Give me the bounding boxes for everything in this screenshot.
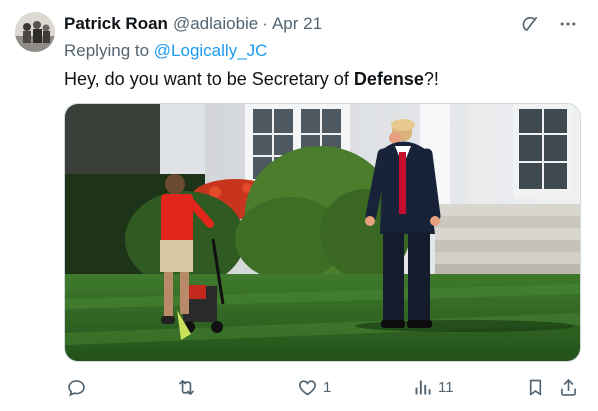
heart-icon <box>299 379 316 395</box>
replying-to: Replying to @Logically_JC <box>64 41 267 61</box>
replying-to-label: Replying to <box>64 41 154 60</box>
separator-dot: · <box>262 14 268 33</box>
bookmark-icon <box>529 379 542 395</box>
tweet-action-bar: 1 11 <box>64 373 582 401</box>
user-handle[interactable]: @adlaiobie <box>173 14 258 34</box>
like-button[interactable]: 1 <box>297 373 331 401</box>
tweet-text-end: ?! <box>423 69 439 89</box>
avatar[interactable] <box>15 12 55 52</box>
reply-icon <box>68 379 85 396</box>
more-icon[interactable] <box>556 12 580 36</box>
views-bar-chart-icon <box>415 380 431 394</box>
reply-button[interactable] <box>66 373 92 401</box>
tweet-text-part: Hey, do you want to be Secretary of <box>64 69 354 89</box>
tweet-date[interactable]: Apr 21 <box>272 14 322 34</box>
like-count: 1 <box>323 378 332 396</box>
retweet-button[interactable] <box>176 373 202 401</box>
share-icon <box>561 378 576 396</box>
tweet-text: Hey, do you want to be Secretary of Defe… <box>64 69 439 90</box>
views-count: 11 <box>438 378 454 396</box>
grok-icon[interactable] <box>518 12 542 36</box>
tweet-text-bold: Defense <box>353 69 424 89</box>
bookmark-button[interactable] <box>525 373 546 401</box>
avatar-image <box>15 12 55 52</box>
views-button[interactable]: 11 <box>412 373 454 401</box>
tweet-header: Patrick Roan @adlaiobie · Apr 21 <box>64 13 578 35</box>
share-button[interactable] <box>558 373 579 401</box>
photo-lawn-scene <box>65 104 580 361</box>
tweet-photo[interactable] <box>64 103 581 362</box>
display-name[interactable]: Patrick Roan <box>64 14 168 34</box>
header-actions <box>518 12 580 36</box>
replying-to-handle-link[interactable]: @Logically_JC <box>154 41 268 60</box>
retweet-icon <box>179 379 194 395</box>
